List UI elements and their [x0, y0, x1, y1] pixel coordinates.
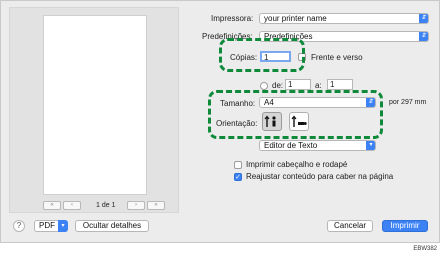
printer-select[interactable]: your printer name ⇵	[259, 13, 429, 24]
rewrap-content-checkbox[interactable]: ✓	[234, 173, 242, 181]
print-dialog: « ‹ 1 de 1 › » Impressora: your printer …	[0, 0, 440, 243]
pdf-menu-button[interactable]: PDF ▾	[34, 220, 68, 232]
print-header-footer-label: Imprimir cabeçalho e rodapé	[246, 160, 348, 169]
page-counter: 1 de 1	[96, 202, 116, 209]
print-button[interactable]: Imprimir	[382, 220, 428, 232]
page-preview-sheet	[43, 15, 147, 195]
chevron-down-icon: ▾	[366, 141, 375, 150]
print-header-footer-checkbox[interactable]	[234, 161, 242, 169]
paper-size-dimensions: por 297 mm	[389, 99, 427, 106]
pages-to-label: a:	[315, 81, 322, 90]
hide-details-button[interactable]: Ocultar detalhes	[75, 220, 149, 232]
previous-page-button[interactable]: ‹	[63, 201, 81, 210]
printer-value: your printer name	[264, 14, 327, 23]
chevron-updown-icon: ⇵	[419, 14, 428, 23]
print-preview-pane: « ‹ 1 de 1 › »	[9, 7, 179, 213]
size-orientation-highlight-callout	[208, 90, 383, 139]
pages-from-label: de:	[272, 81, 284, 90]
chevron-updown-icon: ⇵	[419, 32, 428, 41]
pdf-label: PDF	[39, 221, 55, 230]
app-options-select[interactable]: Editor de Texto ▾	[259, 140, 376, 151]
printer-label: Impressora:	[211, 14, 254, 23]
last-page-button[interactable]: »	[147, 201, 165, 210]
pages-to-field[interactable]: 1	[327, 79, 353, 90]
cancel-button[interactable]: Cancelar	[327, 220, 373, 232]
figure-caption: EBW382	[413, 246, 437, 252]
rewrap-content-label: Reajustar conteúdo para caber na página	[246, 172, 394, 181]
app-options-value: Editor de Texto	[264, 141, 318, 150]
first-page-button[interactable]: «	[43, 201, 61, 210]
chevron-down-icon: ▾	[58, 220, 68, 232]
duplex-label: Frente e verso	[311, 53, 363, 62]
pages-from-field[interactable]: 1	[285, 79, 311, 90]
help-button[interactable]: ?	[13, 220, 25, 232]
next-page-button[interactable]: ›	[127, 201, 145, 210]
copies-highlight-callout	[219, 38, 305, 72]
pages-range-radio[interactable]	[260, 82, 268, 90]
